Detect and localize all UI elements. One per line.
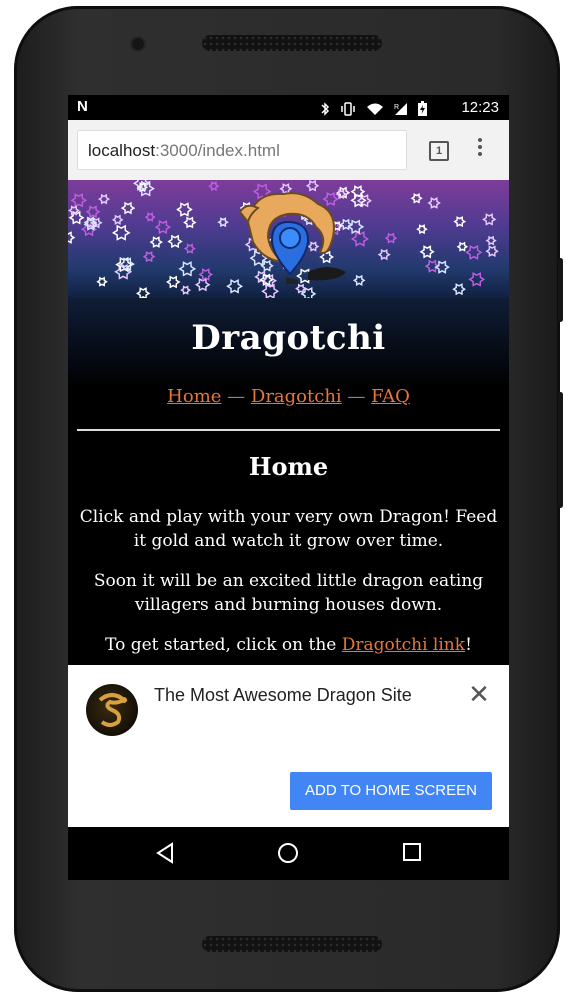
back-icon[interactable] [154, 842, 176, 864]
star-decoration [149, 236, 163, 248]
nav-separator: — [227, 386, 246, 407]
star-decoration [456, 241, 469, 252]
home-icon[interactable] [277, 842, 299, 864]
star-decoration [208, 181, 220, 192]
star-decoration [135, 287, 151, 298]
front-camera [132, 38, 144, 50]
star-decoration [384, 232, 398, 244]
nav-link-faq[interactable]: FAQ [371, 386, 410, 407]
add-to-home-screen-button[interactable]: ADD TO HOME SCREEN [290, 772, 492, 810]
nav-link-dragotchi[interactable]: Dragotchi [251, 386, 342, 407]
star-decoration [142, 251, 156, 263]
web-page: Dragotchi Home — Dragotchi — FAQ Home Cl… [68, 180, 509, 665]
star-decoration [111, 214, 124, 225]
status-bar: N R 12:23 [68, 95, 509, 120]
browser-toolbar: localhost:3000/index.html 1 [68, 120, 509, 180]
star-decoration [485, 235, 497, 246]
dragotchi-link[interactable]: Dragotchi link [342, 635, 465, 655]
banner-site-name: The Most Awesome Dragon Site [154, 685, 412, 705]
url-bar[interactable]: localhost:3000/index.html [77, 130, 407, 170]
url-path: :3000/index.html [155, 141, 280, 160]
star-decoration [352, 274, 366, 286]
star-decoration [68, 231, 76, 244]
svg-text:R: R [394, 104, 399, 111]
bottom-speaker [202, 936, 382, 952]
star-decoration [468, 272, 486, 287]
dragon-logo [238, 192, 346, 284]
star-decoration [111, 224, 131, 241]
notification-n-icon: N [77, 98, 88, 115]
top-speaker [202, 35, 382, 51]
android-nav-bar [68, 827, 509, 880]
star-decoration [183, 216, 197, 229]
star-decoration [176, 202, 193, 217]
star-decoration [482, 213, 497, 226]
recents-icon[interactable] [402, 842, 422, 862]
description-paragraph: Soon it will be an excited little dragon… [93, 571, 484, 615]
wifi-icon [367, 103, 383, 115]
star-decoration [452, 283, 466, 296]
star-decoration [416, 224, 428, 235]
star-decoration [85, 205, 101, 219]
star-decoration [347, 219, 365, 235]
star-decoration [217, 217, 229, 228]
star-decoration [465, 244, 483, 260]
star-decoration [70, 193, 88, 208]
star-decoration [485, 245, 499, 258]
device-screen: N R 12:23 localhost:3000/index.html 1 Dr… [68, 95, 509, 880]
star-decoration [194, 277, 211, 292]
overflow-menu-icon[interactable] [478, 138, 484, 159]
star-decoration [144, 212, 156, 222]
clock: 12:23 [461, 99, 499, 116]
star-decoration [165, 275, 181, 289]
star-decoration [178, 261, 197, 277]
bluetooth-icon [321, 101, 330, 116]
get-started-end: ! [465, 635, 472, 655]
site-icon [86, 684, 138, 736]
get-started-text: To get started, click on the [105, 635, 342, 655]
star-decoration [183, 243, 196, 254]
intro-paragraph: Click and play with your very own Dragon… [79, 507, 498, 551]
tab-switcher-button[interactable]: 1 [429, 141, 449, 161]
page-heading: Home [248, 452, 329, 481]
star-decoration [98, 193, 110, 205]
star-decoration [154, 219, 172, 235]
site-nav: Home — Dragotchi — FAQ [68, 386, 509, 407]
volume-button[interactable] [558, 392, 563, 508]
star-decoration [96, 276, 108, 287]
star-decoration [198, 268, 214, 281]
star-decoration [427, 197, 441, 209]
dragon-emblem-icon [98, 693, 128, 727]
star-decoration [410, 193, 423, 204]
close-icon[interactable]: ✕ [468, 681, 490, 707]
divider [77, 429, 500, 431]
star-decoration [453, 216, 467, 228]
site-title: Dragotchi [191, 318, 386, 358]
star-decoration [350, 231, 370, 247]
add-to-home-banner: The Most Awesome Dragon Site ✕ ADD TO HO… [68, 665, 509, 827]
star-decoration [120, 201, 136, 215]
battery-icon [418, 101, 427, 116]
signal-icon: R [394, 102, 407, 115]
get-started-paragraph: To get started, click on the Dragotchi l… [78, 633, 499, 657]
vibrate-icon [341, 101, 355, 116]
nav-separator: — [347, 386, 366, 407]
star-decoration [419, 245, 435, 259]
url-host: localhost [88, 141, 156, 160]
nav-link-home[interactable]: Home [167, 386, 221, 407]
star-decoration [180, 285, 192, 295]
header-banner [68, 180, 509, 298]
star-decoration [167, 234, 183, 249]
power-button[interactable] [558, 258, 563, 322]
star-decoration [377, 248, 391, 261]
